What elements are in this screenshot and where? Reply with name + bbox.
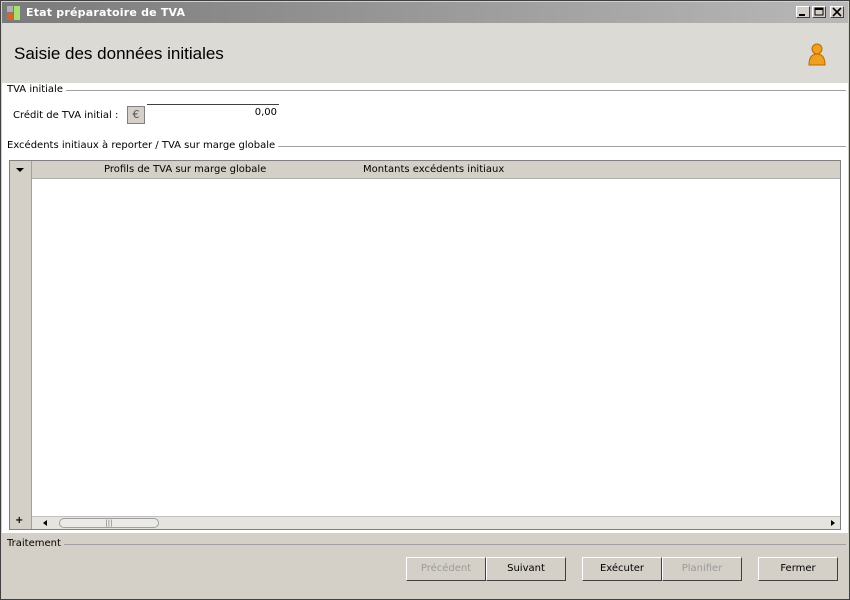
- group-label-excedents: Excédents initiaux à reporter / TVA sur …: [7, 140, 279, 151]
- column-header-montants[interactable]: Montants excédents initiaux: [363, 164, 504, 175]
- credit-field[interactable]: € 0,00: [127, 104, 279, 125]
- row-header-column: +: [10, 161, 32, 529]
- group-line-traitement: [62, 544, 846, 545]
- page-header: Saisie des données initiales: [2, 23, 848, 83]
- app-icon: [7, 6, 20, 20]
- traitement-panel: Traitement Précédent Suivant Exécuter Pl…: [2, 533, 848, 599]
- precedent-button[interactable]: Précédent: [406, 557, 486, 581]
- currency-button[interactable]: €: [127, 106, 145, 124]
- horizontal-scrollbar[interactable]: |||: [32, 516, 840, 529]
- scroll-thumb[interactable]: |||: [59, 518, 159, 528]
- dropdown-arrow-icon[interactable]: [10, 161, 32, 179]
- suivant-button[interactable]: Suivant: [486, 557, 566, 581]
- scroll-left-icon[interactable]: [39, 517, 51, 529]
- content-panel: TVA initiale Crédit de TVA initial : € 0…: [2, 83, 848, 533]
- credit-label: Crédit de TVA initial :: [13, 110, 119, 121]
- credit-field-border: [147, 104, 279, 105]
- excedents-table[interactable]: + Profils de TVA sur marge globale Monta…: [9, 160, 841, 530]
- minimize-icon: [799, 14, 805, 16]
- executer-button[interactable]: Exécuter: [582, 557, 662, 581]
- maximize-button[interactable]: [812, 6, 826, 18]
- minimize-button[interactable]: [796, 6, 810, 18]
- group-line-tva-initiale: [62, 90, 846, 91]
- column-header-profils[interactable]: Profils de TVA sur marge globale: [104, 164, 266, 175]
- page-title: Saisie des données initiales: [14, 44, 224, 63]
- title-bar[interactable]: Etat préparatoire de TVA: [2, 2, 848, 23]
- window-title: Etat préparatoire de TVA: [26, 6, 186, 19]
- add-row-button[interactable]: +: [15, 515, 23, 526]
- group-label-tva-initiale: TVA initiale: [7, 84, 66, 95]
- user-icon[interactable]: [807, 43, 827, 67]
- credit-value[interactable]: 0,00: [255, 107, 277, 118]
- close-button[interactable]: [830, 6, 844, 18]
- scroll-right-icon[interactable]: [827, 517, 839, 529]
- table-header: Profils de TVA sur marge globale Montant…: [32, 161, 840, 179]
- group-label-traitement: Traitement: [7, 538, 64, 549]
- main-window: Etat préparatoire de TVA Saisie des donn…: [0, 0, 850, 600]
- maximize-icon: [814, 7, 824, 16]
- fermer-button[interactable]: Fermer: [758, 557, 838, 581]
- planifier-button[interactable]: Planifier: [662, 557, 742, 581]
- close-icon: [832, 7, 842, 17]
- group-line-excedents: [268, 146, 846, 147]
